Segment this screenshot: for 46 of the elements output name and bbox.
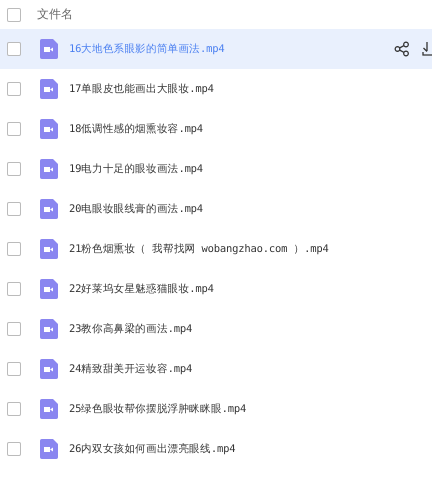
video-file-icon	[40, 39, 58, 59]
file-row[interactable]: 24精致甜美开运妆容.mp4	[0, 349, 432, 389]
download-icon[interactable]	[422, 41, 432, 57]
file-row[interactable]: 26内双女孩如何画出漂亮眼线.mp4	[0, 429, 432, 469]
file-name[interactable]: 17单眼皮也能画出大眼妆.mp4	[69, 82, 214, 96]
video-file-icon	[40, 159, 58, 179]
row-checkbox[interactable]	[7, 82, 21, 96]
video-file-icon	[40, 319, 58, 339]
file-row[interactable]: 20电眼妆眼线膏的画法.mp4	[0, 189, 432, 229]
row-checkbox[interactable]	[7, 282, 21, 296]
file-row[interactable]: 21粉色烟熏妆（ 我帮找网 wobangzhao.com ）.mp4	[0, 229, 432, 269]
row-checkbox[interactable]	[7, 42, 21, 56]
file-row[interactable]: 19电力十足的眼妆画法.mp4	[0, 149, 432, 189]
share-icon[interactable]	[394, 41, 410, 57]
column-header: 文件名	[37, 6, 73, 23]
row-checkbox[interactable]	[7, 202, 21, 216]
video-file-icon	[40, 199, 58, 219]
file-row[interactable]: 18低调性感的烟熏妆容.mp4	[0, 109, 432, 149]
row-checkbox[interactable]	[7, 162, 21, 176]
file-name[interactable]: 23教你高鼻梁的画法.mp4	[69, 322, 192, 336]
row-checkbox[interactable]	[7, 122, 21, 136]
file-name[interactable]: 25绿色眼妆帮你摆脱浮肿眯眯眼.mp4	[69, 402, 246, 416]
video-file-icon	[40, 119, 58, 139]
file-name[interactable]: 20电眼妆眼线膏的画法.mp4	[69, 202, 203, 216]
file-name[interactable]: 19电力十足的眼妆画法.mp4	[69, 162, 203, 176]
file-row[interactable]: 25绿色眼妆帮你摆脱浮肿眯眯眼.mp4	[0, 389, 432, 429]
video-file-icon	[40, 79, 58, 99]
file-name[interactable]: 24精致甜美开运妆容.mp4	[69, 362, 192, 376]
file-name[interactable]: 21粉色烟熏妆（ 我帮找网 wobangzhao.com ）.mp4	[69, 242, 329, 256]
video-file-icon	[40, 359, 58, 379]
video-file-icon	[40, 239, 58, 259]
file-name[interactable]: 26内双女孩如何画出漂亮眼线.mp4	[69, 442, 236, 456]
row-checkbox[interactable]	[7, 242, 21, 256]
select-all-checkbox[interactable]	[7, 8, 21, 22]
file-name[interactable]: 22好莱坞女星魅惑猫眼妆.mp4	[69, 282, 214, 296]
file-row[interactable]: 22好莱坞女星魅惑猫眼妆.mp4	[0, 269, 432, 309]
video-file-icon	[40, 279, 58, 299]
row-checkbox[interactable]	[7, 442, 21, 456]
row-checkbox[interactable]	[7, 362, 21, 376]
row-checkbox[interactable]	[7, 402, 21, 416]
row-checkbox[interactable]	[7, 322, 21, 336]
file-name[interactable]: 18低调性感的烟熏妆容.mp4	[69, 122, 203, 136]
file-row[interactable]: 17单眼皮也能画出大眼妆.mp4	[0, 69, 432, 109]
video-file-icon	[40, 399, 58, 419]
video-file-icon	[40, 439, 58, 459]
file-row[interactable]: 23教你高鼻梁的画法.mp4	[0, 309, 432, 349]
